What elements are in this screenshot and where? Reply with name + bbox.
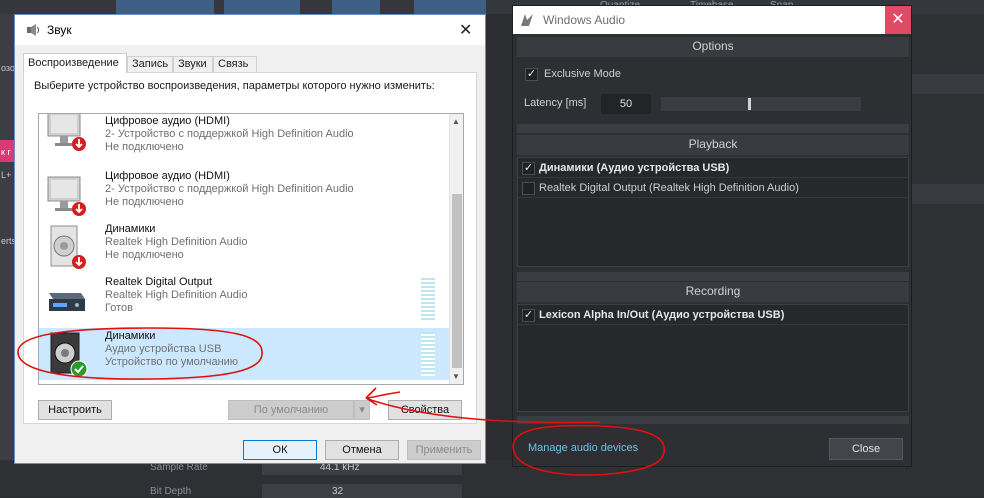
list-item[interactable]: Realtek Digital Output Realtek High Defi… bbox=[39, 274, 449, 326]
device-name: Динамики bbox=[105, 223, 156, 235]
tab-communications[interactable]: Связь bbox=[213, 56, 257, 72]
configure-button[interactable]: Настроить bbox=[38, 400, 112, 420]
list-item[interactable]: ✓ Lexicon Alpha In/Out (Аудио устройства… bbox=[518, 305, 908, 325]
list-item[interactable]: Цифровое аудио (HDMI) 2- Устройство с по… bbox=[39, 168, 449, 220]
daw-toolbar-segment bbox=[116, 0, 214, 14]
playback-panel: Выберите устройство воспроизведения, пар… bbox=[23, 72, 477, 424]
latency-slider[interactable] bbox=[661, 97, 861, 111]
ok-button[interactable]: ОК bbox=[243, 440, 317, 460]
options-section-header: Options bbox=[517, 37, 909, 57]
latency-slider-handle[interactable] bbox=[748, 98, 751, 110]
scroll-down-icon[interactable]: ▼ bbox=[452, 372, 460, 381]
recording-device-list[interactable]: ✓ Lexicon Alpha In/Out (Аудио устройства… bbox=[517, 304, 909, 412]
app-logo-icon bbox=[521, 14, 533, 26]
daw-toolbar-segment bbox=[224, 0, 300, 14]
device-name: Realtek Digital Output bbox=[105, 276, 212, 288]
playback-device-list[interactable]: ✓ Динамики (Аудио устройства USB) Realte… bbox=[517, 157, 909, 267]
daw-bit-depth-label: Bit Depth bbox=[150, 486, 192, 497]
recording-device-checkbox[interactable]: ✓ bbox=[522, 309, 535, 322]
tab-sounds[interactable]: Звуки bbox=[173, 56, 213, 72]
daw-stripe bbox=[912, 184, 984, 204]
device-name: Динамики bbox=[105, 330, 156, 342]
manage-audio-devices-link[interactable]: Manage audio devices bbox=[528, 442, 638, 454]
close-button[interactable]: Close bbox=[829, 438, 903, 460]
daw-left-panel: озо к г L+ erts bbox=[0, 14, 16, 496]
recording-device-label: Lexicon Alpha In/Out (Аудио устройства U… bbox=[539, 309, 785, 321]
sound-dialog-titlebar[interactable]: Звук ✕ bbox=[15, 15, 485, 45]
playback-device-checkbox[interactable]: ✓ bbox=[522, 162, 535, 175]
windows-audio-titlebar[interactable]: Windows Audio ✕ bbox=[513, 6, 911, 34]
apply-button[interactable]: Применить bbox=[407, 440, 481, 460]
list-item[interactable]: Realtek Digital Output (Realtek High Def… bbox=[518, 178, 908, 198]
digital-output-icon bbox=[49, 293, 85, 311]
device-description: Realtek High Definition Audio bbox=[105, 289, 248, 301]
list-item[interactable]: ✓ Динамики (Аудио устройства USB) bbox=[518, 158, 908, 178]
device-list-scrollbar[interactable]: ▲ ▼ bbox=[449, 114, 463, 384]
sound-dialog-title: Звук bbox=[47, 23, 72, 37]
speaker-icon bbox=[50, 332, 88, 377]
speaker-icon bbox=[27, 24, 39, 36]
properties-button[interactable]: Свойства bbox=[388, 400, 462, 420]
close-icon[interactable]: ✕ bbox=[885, 6, 911, 34]
list-item[interactable]: Динамики Realtek High Definition Audio Н… bbox=[39, 221, 449, 273]
device-description: Аудио устройства USB bbox=[105, 343, 222, 355]
cancel-button[interactable]: Отмена bbox=[325, 440, 399, 460]
exclusive-mode-label: Exclusive Mode bbox=[544, 68, 622, 80]
monitor-icon bbox=[47, 176, 86, 216]
latency-label: Latency [ms] bbox=[524, 97, 587, 109]
daw-right-panel bbox=[912, 14, 984, 460]
tab-playback[interactable]: Воспроизведение bbox=[23, 53, 127, 73]
list-item[interactable]: Динамики Аудио устройства USB Устройство… bbox=[39, 328, 449, 380]
list-item[interactable]: Цифровое аудио (HDMI) 2- Устройство с по… bbox=[39, 114, 449, 155]
device-status: Не подключено bbox=[105, 196, 184, 208]
playback-section-header: Playback bbox=[517, 135, 909, 155]
set-default-dropdown[interactable]: ▾ bbox=[354, 400, 370, 420]
section-divider bbox=[517, 124, 909, 133]
monitor-icon bbox=[47, 114, 86, 151]
sound-dialog: Звук ✕ Воспроизведение Запись Звуки Связ… bbox=[14, 14, 486, 464]
exclusive-mode-checkbox[interactable]: ✓ bbox=[525, 68, 538, 81]
recording-section-header: Recording bbox=[517, 282, 909, 302]
set-default-button[interactable]: По умолчанию bbox=[228, 400, 354, 420]
tab-recording[interactable]: Запись bbox=[127, 56, 173, 72]
daw-left-text: к г bbox=[1, 147, 11, 157]
latency-input[interactable]: 50 bbox=[601, 94, 651, 114]
playback-device-list[interactable]: Цифровое аудио (HDMI) 2- Устройство с по… bbox=[38, 113, 464, 385]
device-description: 2- Устройство с поддержкой High Definiti… bbox=[105, 183, 354, 195]
level-meter bbox=[421, 332, 435, 376]
level-meter bbox=[421, 278, 435, 322]
device-description: Realtek High Definition Audio bbox=[105, 236, 248, 248]
device-status: Не подключено bbox=[105, 141, 184, 153]
playback-device-label: Динамики (Аудио устройства USB) bbox=[539, 162, 730, 174]
daw-toolbar-segment bbox=[332, 0, 380, 14]
device-name: Цифровое аудио (HDMI) bbox=[105, 170, 230, 182]
daw-left-text: L+ bbox=[1, 170, 12, 180]
playback-instruction: Выберите устройство воспроизведения, пар… bbox=[34, 80, 435, 92]
device-description: 2- Устройство с поддержкой High Definiti… bbox=[105, 128, 354, 140]
close-icon[interactable]: ✕ bbox=[459, 20, 472, 40]
daw-bit-depth-value: 32 bbox=[332, 486, 344, 497]
device-name: Цифровое аудио (HDMI) bbox=[105, 115, 230, 127]
chevron-down-icon: ▾ bbox=[359, 404, 365, 416]
playback-device-label: Realtek Digital Output (Realtek High Def… bbox=[539, 182, 799, 194]
section-divider bbox=[517, 416, 909, 424]
daw-toolbar-segment bbox=[414, 0, 486, 14]
scrollbar-thumb[interactable] bbox=[452, 194, 462, 368]
windows-audio-dialog: Windows Audio ✕ Options ✓ Exclusive Mode… bbox=[512, 5, 912, 467]
device-status: Не подключено bbox=[105, 249, 184, 261]
daw-stripe bbox=[912, 74, 984, 94]
device-status: Готов bbox=[105, 302, 133, 314]
scroll-up-icon[interactable]: ▲ bbox=[452, 117, 460, 126]
playback-device-checkbox[interactable] bbox=[522, 182, 535, 195]
section-divider bbox=[517, 272, 909, 281]
speaker-icon bbox=[50, 225, 86, 269]
windows-audio-title: Windows Audio bbox=[543, 13, 626, 27]
device-status: Устройство по умолчанию bbox=[105, 356, 239, 368]
daw-left-text: озо bbox=[1, 63, 15, 73]
